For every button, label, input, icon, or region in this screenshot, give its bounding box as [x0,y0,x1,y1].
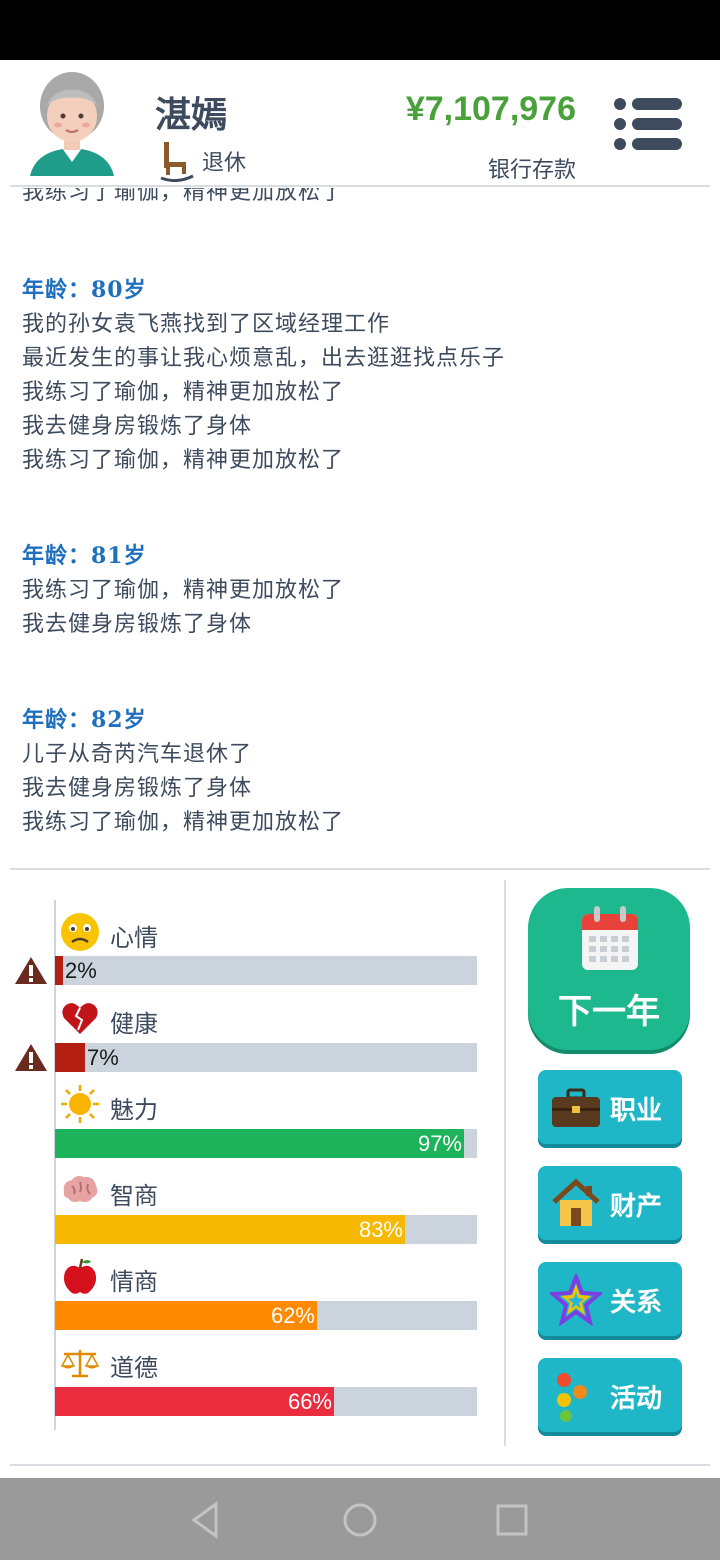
relations-label: 关系 [610,1288,663,1318]
career-label: 职业 [610,1096,663,1126]
log-age-heading: 年龄：81岁 [22,543,147,569]
bank-balance: ¥7,107,976 [405,90,576,128]
life-log[interactable]: 我练习了瑜伽，精神更加放松了 年龄：80岁 我的孙女袁飞燕找到了区域经理工作 最… [0,188,720,868]
system-nav-bar [0,1478,720,1560]
log-line: 我去健身房锻炼了身体 [22,776,253,801]
character-name: 湛嫣 [155,95,228,136]
log-line: 我去健身房锻炼了身体 [22,414,253,439]
calendar-icon [582,906,638,970]
stat-bar-fill [55,1129,464,1158]
next-year-button[interactable]: 下一年 [528,888,690,1050]
stat-label: 健康 [110,1010,158,1038]
warning-icon [15,1044,47,1071]
log-age-heading: 年龄：82岁 [22,707,147,733]
log-line: 我练习了瑜伽，精神更加放松了 [22,448,345,473]
log-line: 我的孙女袁飞燕找到了区域经理工作 [22,312,391,337]
brain-icon [63,1176,98,1202]
stats-panel: 心情 2% 健康 7% 魅力 97% 智商 83% 情商 62% 道德 66% [0,880,505,1440]
stat-bar: 62% [55,1301,477,1330]
stat-bar-fill [55,1043,85,1072]
activities-icon [557,1373,587,1422]
log-line: 我练习了瑜伽，精神更加放松了 [22,578,345,603]
log-line: 我去健身房锻炼了身体 [22,612,253,637]
stat-percent: 66% [287,1389,332,1414]
section-divider [10,1464,710,1466]
bank-balance-label: 银行存款 [487,158,576,183]
assets-button[interactable]: 财产 [538,1166,682,1240]
log-line: 我练习了瑜伽，精神更加放松了 [22,188,345,205]
warning-icon [15,957,47,984]
log-line: 我练习了瑜伽，精神更加放松了 [22,380,345,405]
star-icon [550,1274,602,1326]
stat-bar: 83% [55,1215,477,1244]
briefcase-icon [552,1088,600,1127]
stat-percent: 2% [65,958,97,983]
avatar[interactable] [26,70,118,180]
section-divider [10,868,710,870]
stat-bar-fill [55,956,63,985]
back-icon[interactable] [186,1500,226,1540]
next-year-label: 下一年 [558,992,660,1032]
stat-label: 智商 [110,1182,158,1210]
recents-icon[interactable] [492,1500,532,1540]
activities-button[interactable]: 活动 [538,1358,682,1432]
log-line: 最近发生的事让我心烦意乱，出去逛逛找点乐子 [22,346,506,371]
stat-percent: 7% [87,1045,119,1070]
menu-icon[interactable] [612,96,684,152]
broken-heart-icon [62,1003,98,1034]
stat-bar: 7% [55,1043,477,1072]
apple-icon [63,1258,97,1294]
sun-icon [61,1085,99,1123]
log-line: 我练习了瑜伽，精神更加放松了 [22,810,345,835]
occupation-status: 退休 [160,140,246,182]
relations-button[interactable]: 关系 [538,1262,682,1336]
house-icon [552,1178,600,1226]
profile-header: 湛嫣 退休 ¥7,107,976 银行存款 [0,60,720,188]
stat-bar: 2% [55,956,477,985]
stat-label: 情商 [110,1268,158,1296]
home-icon[interactable] [340,1500,380,1540]
stat-percent: 97% [417,1131,462,1156]
stat-percent: 83% [358,1217,403,1242]
stat-label: 心情 [110,924,158,952]
sad-face-icon [61,913,99,951]
scales-icon [60,1350,100,1378]
status-bar [0,0,720,60]
career-button[interactable]: 职业 [538,1070,682,1144]
stat-percent: 62% [270,1303,315,1328]
activities-label: 活动 [610,1384,663,1414]
log-line: 儿子从奇芮汽车退休了 [22,742,253,767]
stat-label: 道德 [110,1354,158,1382]
panel-divider [504,880,506,1446]
header-divider [10,185,710,187]
stat-bar: 66% [55,1387,477,1416]
stat-label: 魅力 [110,1096,158,1124]
status-label: 退休 [202,151,247,176]
stat-bar-fill [55,1215,405,1244]
rocking-chair-icon [160,142,194,182]
assets-label: 财产 [610,1192,663,1222]
stat-bar: 97% [55,1129,477,1158]
log-age-heading: 年龄：80岁 [22,277,147,303]
